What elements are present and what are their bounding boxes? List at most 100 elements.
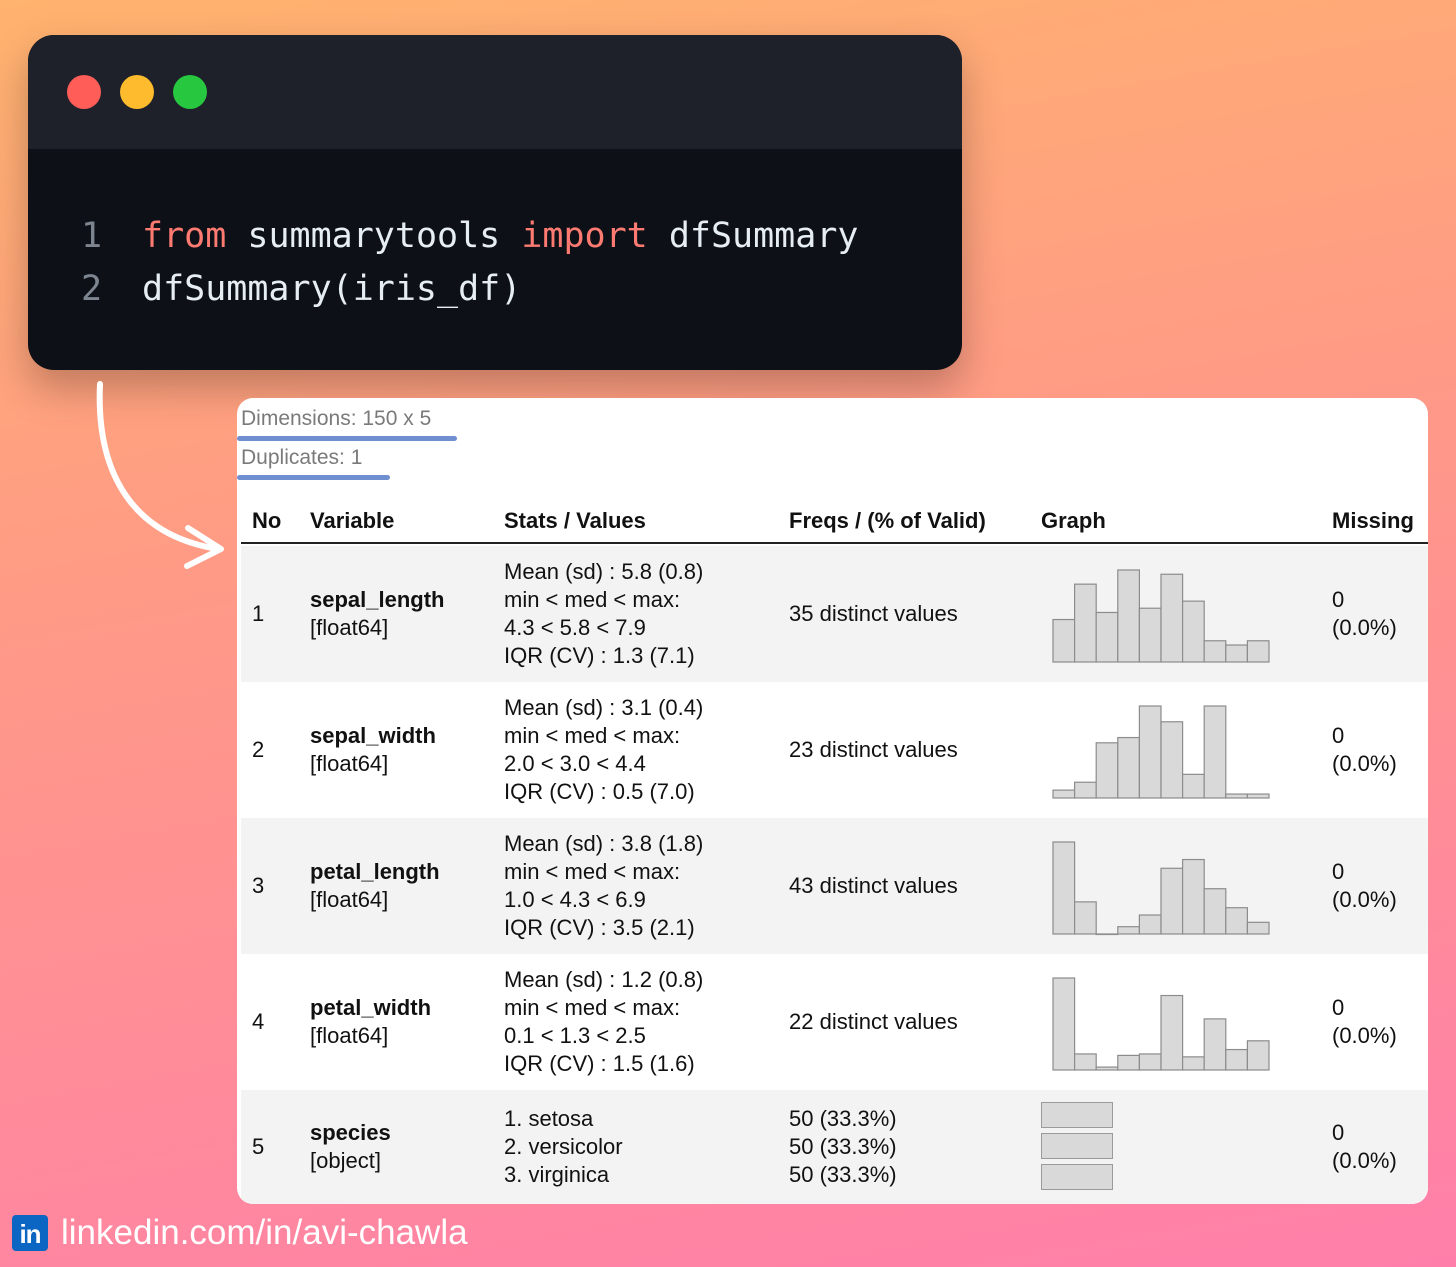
table-row: 3 petal_length [float64] Mean (sd) : 3.8… <box>241 818 1428 954</box>
stats-line: 1.0 < 4.3 < 6.9 <box>504 887 646 912</box>
header-variable: Variable <box>310 508 395 533</box>
histogram-bar <box>1138 1053 1162 1071</box>
duplicates-underline <box>237 475 390 480</box>
missing-percent: (0.0%) <box>1332 751 1397 776</box>
table-row: 1 sepal_length [float64] Mean (sd) : 5.8… <box>241 546 1428 682</box>
table-row: 4 petal_width [float64] Mean (sd) : 1.2 … <box>241 954 1428 1090</box>
stats-line: IQR (CV) : 1.3 (7.1) <box>504 643 695 668</box>
header-no: No <box>252 508 282 533</box>
histogram-bar <box>1095 933 1119 936</box>
species-bar-virginica <box>1041 1164 1113 1190</box>
header-freqs: Freqs / (% of Valid) <box>789 508 986 533</box>
row-number: 1 <box>252 601 265 626</box>
histogram-petal-width <box>1052 977 1270 1071</box>
stats-line: min < med < max: <box>504 995 681 1020</box>
histogram-bar <box>1160 867 1184 935</box>
stats-line: IQR (CV) : 1.5 (1.6) <box>504 1051 695 1076</box>
stats-cell: Mean (sd) : 1.2 (0.8) min < med < max: 0… <box>504 966 703 1078</box>
stats-cell: Mean (sd) : 3.1 (0.4) min < med < max: 2… <box>504 694 703 806</box>
missing-percent: (0.0%) <box>1332 1023 1397 1048</box>
histogram-bar <box>1095 1066 1119 1071</box>
linkedin-icon: in <box>12 1215 48 1251</box>
histogram-bar <box>1225 907 1249 935</box>
histogram-bar <box>1117 736 1141 799</box>
histogram-bar <box>1225 644 1249 663</box>
histogram-bar <box>1225 793 1249 799</box>
histogram-bar <box>1117 569 1141 663</box>
missing-count: 0 <box>1332 995 1345 1020</box>
stats-line: Mean (sd) : 3.8 (1.8) <box>504 831 704 856</box>
freq-line: 50 (33.3%) <box>789 1134 897 1159</box>
missing-cell: 0 (0.0%) <box>1332 994 1397 1050</box>
stats-line: Mean (sd) : 1.2 (0.8) <box>504 967 704 992</box>
dimensions-text: Dimensions: 150 x 5 <box>241 407 432 430</box>
duplicates-text: Duplicates: 1 <box>241 446 363 469</box>
duplicates-label: Duplicates: 1 <box>237 446 390 480</box>
histogram-bar <box>1073 1053 1097 1071</box>
species-bar-versicolor <box>1041 1133 1113 1159</box>
missing-percent: (0.0%) <box>1332 615 1397 640</box>
stats-line: min < med < max: <box>504 587 681 612</box>
stats-line: 1. setosa <box>504 1106 594 1131</box>
freq-line: 50 (33.3%) <box>789 1106 897 1131</box>
histogram-bar <box>1246 1040 1270 1071</box>
variable-dtype: [object] <box>310 1148 381 1173</box>
missing-count: 0 <box>1332 587 1345 612</box>
variable-dtype: [float64] <box>310 751 389 776</box>
variable-dtype: [float64] <box>310 1023 389 1048</box>
header-stats: Stats / Values <box>504 508 646 533</box>
freq-cell: 35 distinct values <box>789 601 958 626</box>
variable-name: species <box>310 1120 391 1145</box>
histogram-bar <box>1203 705 1227 799</box>
histogram-bar <box>1138 607 1162 663</box>
dimensions-label: Dimensions: 150 x 5 <box>237 407 457 441</box>
missing-cell: 0 (0.0%) <box>1332 1119 1397 1175</box>
linkedin-url[interactable]: linkedin.com/in/avi-chawla <box>61 1213 468 1253</box>
histogram-petal-length <box>1052 841 1270 936</box>
stats-line: min < med < max: <box>504 723 681 748</box>
freq-cell: 50 (33.3%) 50 (33.3%) 50 (33.3%) <box>789 1105 897 1189</box>
missing-cell: 0 (0.0%) <box>1332 722 1397 778</box>
freq-cell: 22 distinct values <box>789 1009 958 1034</box>
missing-count: 0 <box>1332 1120 1345 1145</box>
bar-chart-species <box>1041 1090 1281 1204</box>
variable-name: sepal_width <box>310 723 436 748</box>
table-row: 5 species [object] 1. setosa 2. versicol… <box>241 1090 1428 1204</box>
freq-cell: 23 distinct values <box>789 737 958 762</box>
module-name: summarytools <box>226 216 522 256</box>
histogram-bar <box>1160 573 1184 663</box>
row-number: 5 <box>252 1134 265 1159</box>
histogram-bar <box>1246 793 1270 799</box>
row-number: 4 <box>252 1009 265 1034</box>
histogram-bar <box>1052 841 1076 935</box>
histogram-bar <box>1203 1018 1227 1071</box>
row-number: 2 <box>252 737 265 762</box>
variable-cell: sepal_length [float64] <box>310 586 444 642</box>
histogram-bar <box>1182 600 1205 663</box>
histogram-bar <box>1203 888 1227 935</box>
missing-percent: (0.0%) <box>1332 887 1397 912</box>
histogram-bar <box>1182 1056 1205 1071</box>
missing-percent: (0.0%) <box>1332 1148 1397 1173</box>
dfsummary-output: Dimensions: 150 x 5 Duplicates: 1 No Var… <box>237 398 1428 1204</box>
row-number: 3 <box>252 873 265 898</box>
missing-cell: 0 (0.0%) <box>1332 858 1397 914</box>
keyword-import: import <box>521 216 648 256</box>
variable-cell: sepal_width [float64] <box>310 722 436 778</box>
stats-line: IQR (CV) : 3.5 (2.1) <box>504 915 695 940</box>
variable-name: petal_length <box>310 859 440 884</box>
histogram-bar <box>1095 742 1119 799</box>
histogram-bar <box>1203 640 1227 663</box>
variable-cell: petal_length [float64] <box>310 858 440 914</box>
table-row: 2 sepal_width [float64] Mean (sd) : 3.1 … <box>241 682 1428 818</box>
histogram-bar <box>1246 921 1270 935</box>
freq-cell: 43 distinct values <box>789 873 958 898</box>
variable-cell: petal_width [float64] <box>310 994 431 1050</box>
stats-cell: 1. setosa 2. versicolor 3. virginica <box>504 1105 623 1189</box>
histogram-bar <box>1073 583 1097 663</box>
histogram-bar <box>1182 773 1205 799</box>
stats-line: 2.0 < 3.0 < 4.4 <box>504 751 646 776</box>
histogram-sepal-length <box>1052 569 1270 663</box>
missing-cell: 0 (0.0%) <box>1332 586 1397 642</box>
histogram-bar <box>1073 781 1097 799</box>
